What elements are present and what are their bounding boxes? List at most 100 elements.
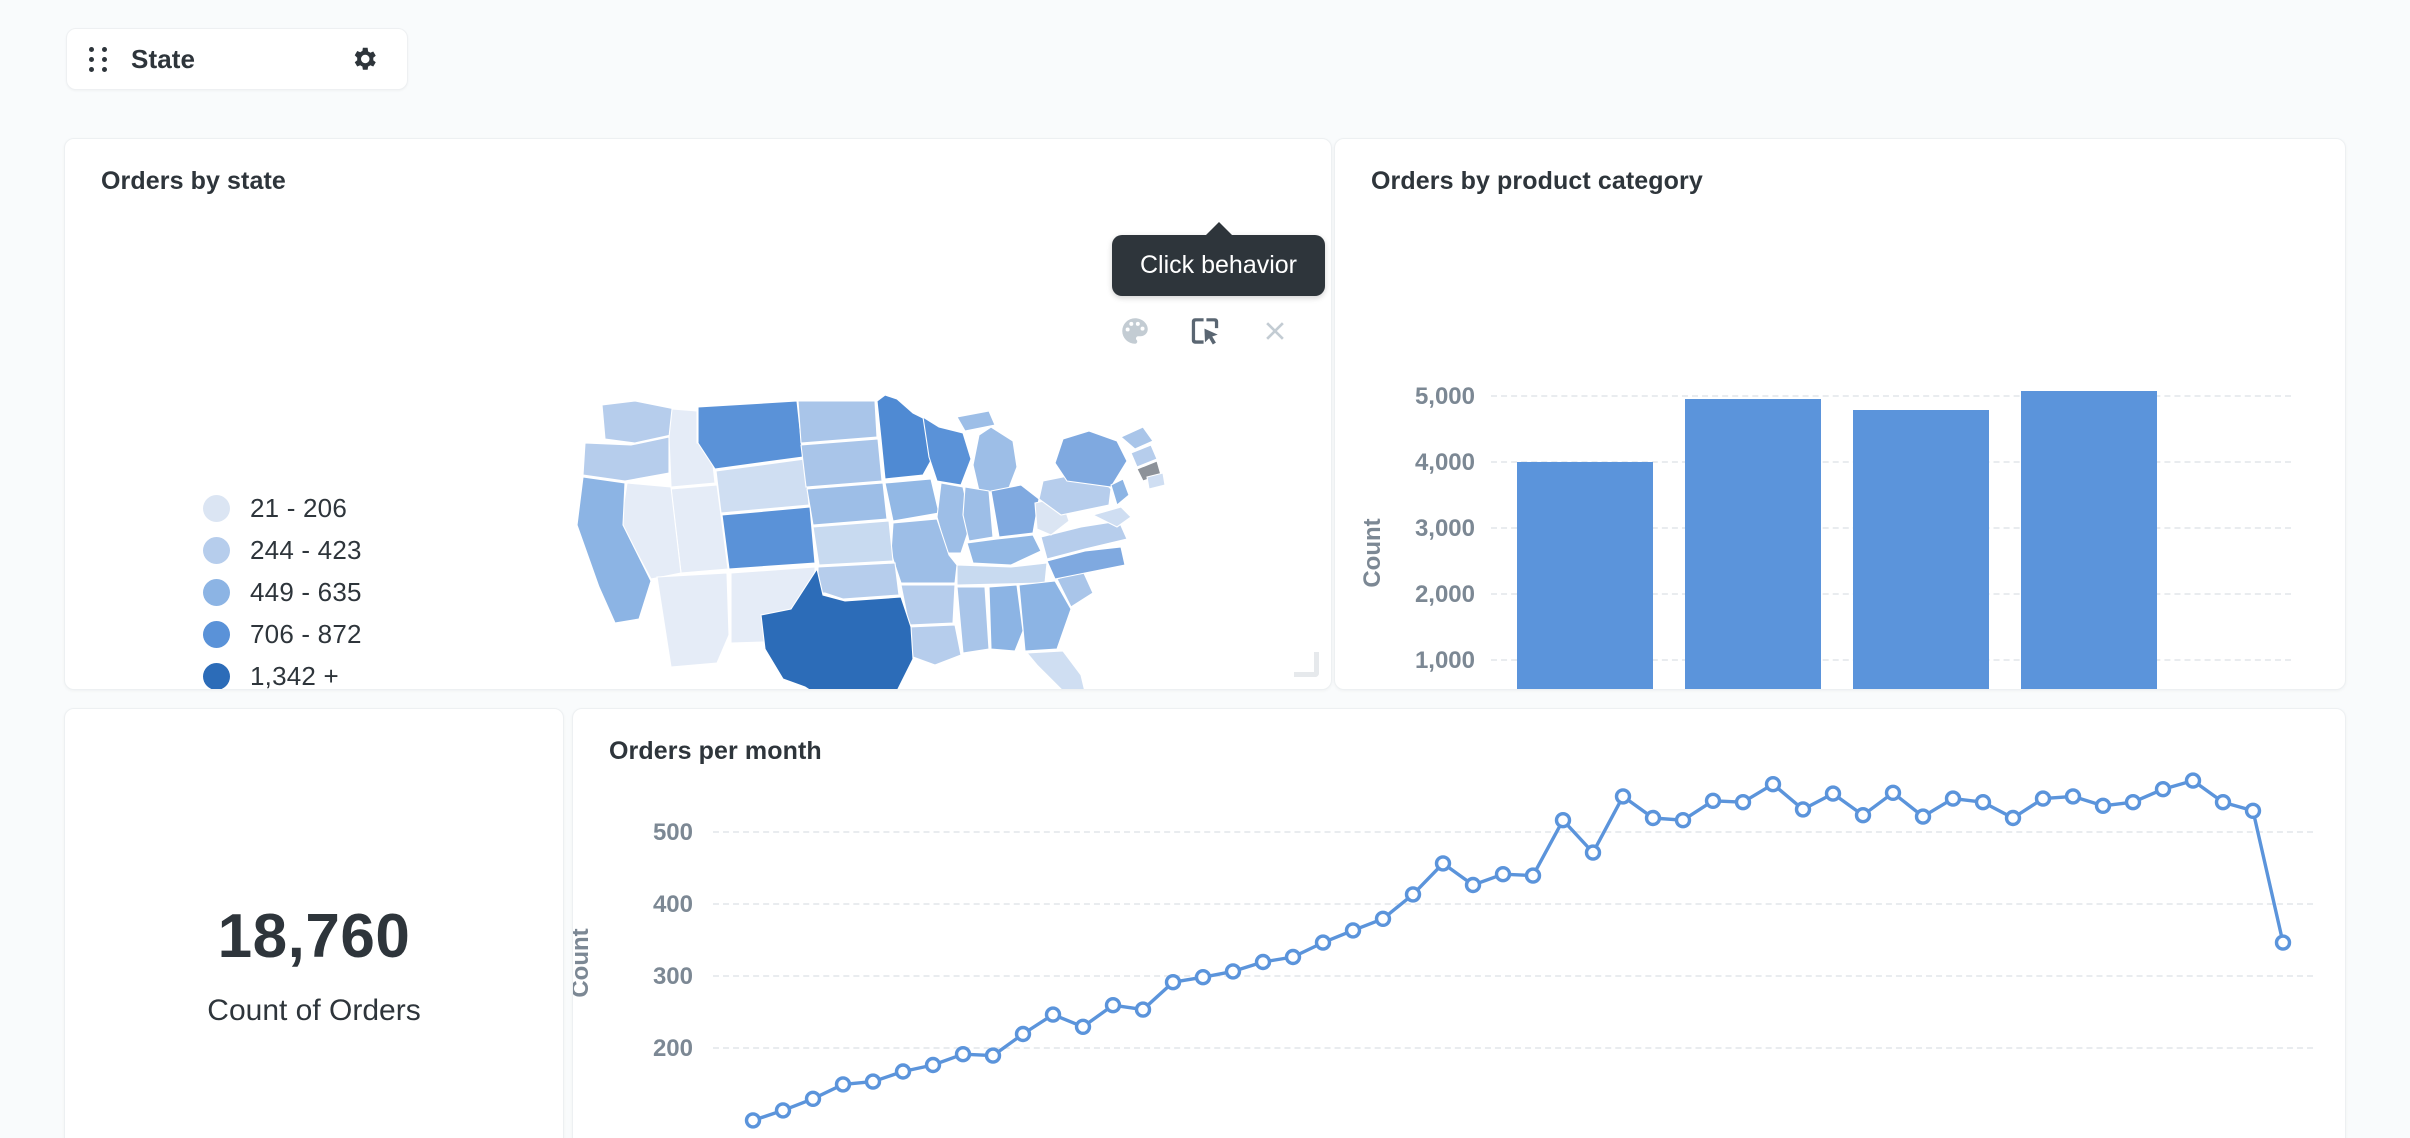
card-action-toolbar [1115, 311, 1295, 351]
bar-widget[interactable] [2021, 391, 2157, 689]
line-data-point[interactable] [744, 1112, 762, 1129]
bar-gadget[interactable] [1685, 399, 1821, 689]
line-data-point[interactable] [1944, 790, 1962, 807]
line-data-point[interactable] [1344, 922, 1362, 939]
line-data-point[interactable] [1644, 809, 1662, 827]
us-choropleth-map[interactable] [565, 387, 1185, 689]
axis-tick-y: 4,000 [1414, 449, 1475, 476]
list-item[interactable]: 1,342 + [203, 655, 362, 690]
card-orders-by-product-category[interactable]: Orders by product category 5,000 4,000 3… [1334, 138, 2346, 690]
line-data-point[interactable] [1704, 792, 1722, 809]
scalar-block: 18,760 Count of Orders [65, 901, 563, 1028]
line-data-point[interactable] [1584, 844, 1602, 861]
legend-label: 244 - 423 [250, 534, 362, 565]
list-item[interactable]: 244 - 423 [203, 529, 362, 571]
line-data-point[interactable] [1104, 996, 1122, 1014]
list-item[interactable]: 706 - 872 [203, 613, 362, 655]
palette-icon[interactable] [1115, 311, 1155, 351]
line-data-point[interactable] [1794, 801, 1812, 818]
card-count-of-orders[interactable]: 18,760 Count of Orders [64, 708, 564, 1138]
line-data-point[interactable] [864, 1073, 882, 1090]
close-icon[interactable] [1255, 311, 1295, 351]
line-chart[interactable]: 500 400 300 200 Count [573, 709, 2345, 1138]
line-data-point[interactable] [1764, 775, 1782, 793]
card-resize-handle[interactable] [1294, 652, 1319, 677]
line-data-point[interactable] [2244, 802, 2262, 819]
legend-swatch [203, 620, 230, 648]
card-orders-by-state[interactable]: Orders by state 21 - 206 244 - 423 449 -… [64, 138, 1332, 690]
line-data-point[interactable] [1494, 865, 1512, 883]
line-data-point[interactable] [2154, 781, 2172, 798]
drag-dots-icon[interactable] [89, 46, 109, 72]
line-data-point[interactable] [1734, 794, 1752, 811]
line-data-point[interactable] [1374, 910, 1392, 928]
line-data-point[interactable] [1854, 807, 1872, 824]
line-data-point[interactable] [1044, 1006, 1062, 1023]
dashboard-filter-bar: State [66, 28, 408, 90]
line-series[interactable] [713, 769, 2333, 1138]
legend-label: 449 - 635 [250, 576, 362, 607]
line-data-point[interactable] [2004, 809, 2022, 827]
legend-swatch [203, 494, 230, 522]
line-data-point[interactable] [2034, 790, 2052, 807]
line-data-point[interactable] [774, 1102, 792, 1119]
list-item[interactable]: 21 - 206 [203, 487, 362, 529]
line-data-point[interactable] [2184, 772, 2202, 789]
line-data-point[interactable] [2124, 794, 2142, 811]
line-data-point[interactable] [2274, 934, 2292, 951]
bar-doohickey[interactable] [1517, 462, 1653, 689]
bar-gizmo[interactable] [1853, 409, 1989, 689]
line-data-point[interactable] [1674, 812, 1692, 829]
gridline [1491, 395, 2291, 397]
line-data-point[interactable] [1254, 953, 1272, 971]
click-behavior-icon[interactable] [1185, 311, 1225, 351]
line-data-point[interactable] [1404, 886, 1422, 903]
line-data-point[interactable] [834, 1076, 852, 1093]
legend-swatch [203, 578, 230, 606]
filter-widget-state[interactable]: State [66, 28, 408, 90]
line-data-point[interactable] [1224, 963, 1242, 980]
line-data-point[interactable] [1434, 855, 1452, 872]
line-data-point[interactable] [1074, 1018, 1092, 1035]
line-data-point[interactable] [804, 1090, 822, 1107]
bar-chart[interactable]: 5,000 4,000 3,000 2,000 1,000 0 Count [1335, 139, 2345, 689]
line-data-point[interactable] [1974, 794, 1992, 811]
list-item[interactable]: 449 - 635 [203, 571, 362, 613]
page-title: Orders by state [101, 167, 286, 195]
line-data-point[interactable] [2064, 788, 2082, 805]
line-data-point[interactable] [1284, 948, 1302, 966]
line-data-point[interactable] [1914, 808, 1932, 825]
line-data-point[interactable] [954, 1046, 972, 1063]
axis-label-y: Count [1359, 518, 1386, 588]
line-data-point[interactable] [1464, 876, 1482, 894]
line-data-point[interactable] [984, 1047, 1002, 1064]
line-data-point[interactable] [1824, 785, 1842, 802]
line-data-point[interactable] [1524, 867, 1542, 884]
tooltip-click-behavior: Click behavior [1112, 222, 1326, 296]
line-data-point[interactable] [1884, 784, 1902, 801]
line-data-point[interactable] [1164, 973, 1182, 991]
legend-swatch [203, 536, 230, 564]
card-orders-per-month[interactable]: Orders per month 500 400 300 200 Count [572, 708, 2346, 1138]
axis-label-y: Count [572, 928, 594, 998]
line-data-point[interactable] [1134, 1001, 1152, 1018]
line-data-point[interactable] [2094, 797, 2112, 814]
axis-tick-y: 500 [652, 819, 693, 846]
line-data-point[interactable] [1014, 1025, 1032, 1043]
axis-tick-y: 5,000 [1414, 383, 1475, 410]
line-data-point[interactable] [1614, 788, 1632, 805]
line-data-point[interactable] [894, 1063, 912, 1080]
legend-label: 21 - 206 [250, 492, 348, 523]
line-data-point[interactable] [1554, 812, 1572, 829]
scalar-value: 18,760 [217, 902, 411, 971]
dashboard-page: State Orders by state 21 - 206 244 - 423… [0, 0, 2410, 1138]
line-data-point[interactable] [1314, 934, 1332, 951]
line-data-point[interactable] [1194, 968, 1212, 986]
gear-icon[interactable] [347, 42, 381, 76]
axis-tick-y: 1,000 [1414, 647, 1475, 674]
legend-swatch [203, 662, 230, 689]
line-data-point[interactable] [2214, 794, 2232, 811]
filter-label: State [131, 43, 196, 74]
line-data-point[interactable] [924, 1056, 942, 1074]
legend-label: 1,342 + [250, 660, 339, 690]
